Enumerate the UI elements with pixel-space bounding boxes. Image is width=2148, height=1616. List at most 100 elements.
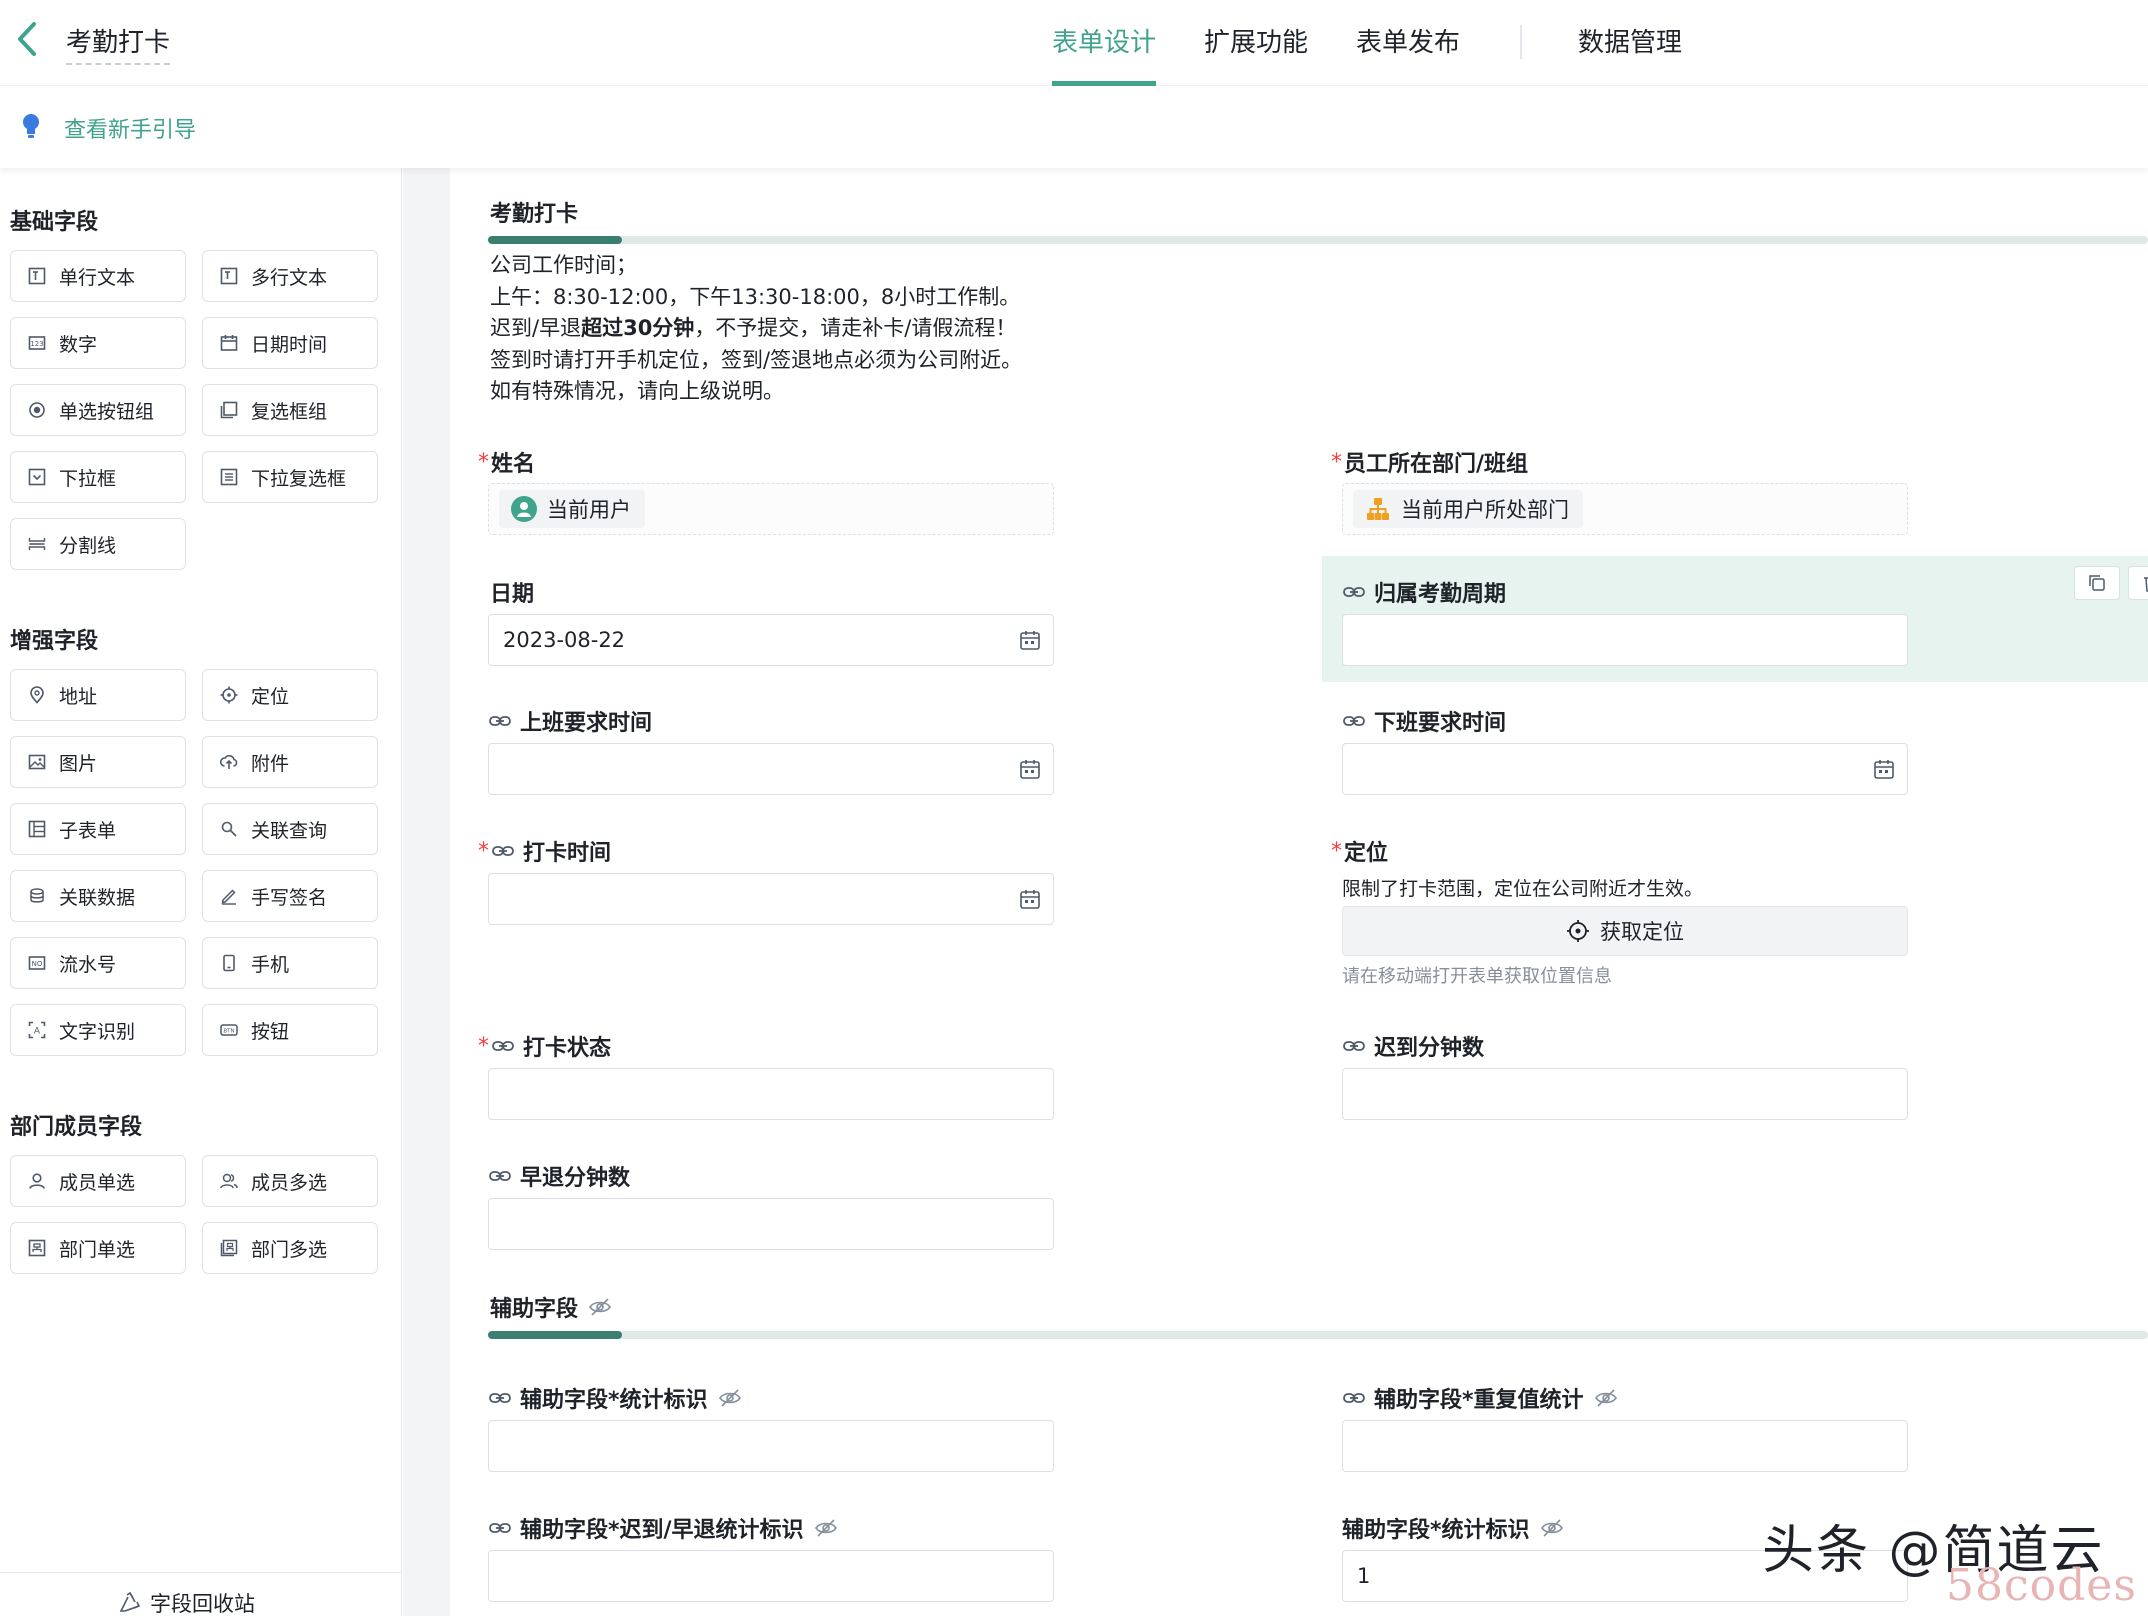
name-field-label: * 姓名 <box>478 449 536 478</box>
form-description[interactable]: 公司工作时间； 上午：8:30-12:00，下午13:30-18:00，8小时工… <box>490 250 1022 408</box>
calendar-icon <box>1874 760 1894 779</box>
calendar-icon <box>1020 890 1040 909</box>
beginner-guide-link[interactable]: 查看新手引导 <box>64 112 196 144</box>
aux-stat-input[interactable] <box>488 1420 1054 1472</box>
field-label: 子表单 <box>59 819 117 842</box>
image-icon <box>27 752 47 772</box>
field-single-line-text[interactable]: 单行文本 <box>10 250 186 302</box>
hidden-eye-icon <box>718 1386 742 1410</box>
date-input[interactable]: 2023-08-22 <box>488 614 1054 666</box>
tab-data-management[interactable]: 数据管理 <box>1578 0 1682 86</box>
field-label: 下拉复选框 <box>251 467 347 490</box>
field-dept-multi[interactable]: 部门多选 <box>202 1222 378 1274</box>
end-time-input[interactable] <box>1342 743 1908 795</box>
field-datetime[interactable]: 日期时间 <box>202 317 378 369</box>
link-query-icon <box>219 819 239 839</box>
group-title-auxiliary[interactable]: 辅助字段 <box>490 1291 612 1323</box>
field-dropdown[interactable]: 下拉框 <box>10 451 186 503</box>
checkbox-icon <box>219 400 239 420</box>
tab-publish[interactable]: 表单发布 <box>1356 0 1460 86</box>
punch-status-field-label: * 打卡状态 <box>478 1033 612 1062</box>
punch-time-input[interactable] <box>488 873 1054 925</box>
tab-divider <box>1520 25 1523 59</box>
serial-number-icon: NO <box>27 953 47 973</box>
period-input[interactable] <box>1342 614 1908 666</box>
period-field-label: 归属考勤周期 <box>1342 576 1506 608</box>
guide-bar: 查看新手引导 <box>0 86 2148 168</box>
field-label: 部门多选 <box>251 1238 328 1261</box>
org-chart-icon <box>1365 496 1391 522</box>
field-label: 图片 <box>59 752 98 775</box>
date-field-label: 日期 <box>490 582 535 607</box>
field-label: 关联数据 <box>59 886 136 909</box>
start-time-input[interactable] <box>488 743 1054 795</box>
form-title[interactable]: 考勤打卡 <box>66 22 171 65</box>
field-palette-sidebar: 基础字段 单行文本 多行文本 123 数字 日期时间 单选按钮组 复选框组 下拉… <box>0 168 402 1616</box>
users-icon <box>219 1171 239 1191</box>
desc-line: 迟到/早退超过30分钟，不予提交，请走补卡/请假流程！ <box>490 316 1017 340</box>
field-button[interactable]: BTN 按钮 <box>202 1004 378 1056</box>
late-minutes-field-label: 迟到分钟数 <box>1342 1030 1484 1062</box>
aux-dup-input[interactable] <box>1342 1420 1908 1472</box>
field-number[interactable]: 123 数字 <box>10 317 186 369</box>
link-icon <box>488 1164 512 1188</box>
field-label: 附件 <box>251 752 290 775</box>
user-icon <box>27 1171 47 1191</box>
copy-field-button[interactable] <box>2074 566 2120 600</box>
field-link-query[interactable]: 关联查询 <box>202 803 378 855</box>
field-radio-group[interactable]: 单选按钮组 <box>10 384 186 436</box>
field-dropdown-multi[interactable]: 下拉复选框 <box>202 451 378 503</box>
field-location[interactable]: 定位 <box>202 669 378 721</box>
early-minutes-input[interactable] <box>488 1198 1054 1250</box>
dept-icon <box>27 1238 47 1258</box>
pen-icon <box>219 886 239 906</box>
field-recycle-bin-button[interactable]: 字段回收站 <box>118 1588 255 1616</box>
field-attachment[interactable]: 附件 <box>202 736 378 788</box>
field-label: 分割线 <box>59 534 117 557</box>
end-time-field-label: 下班要求时间 <box>1342 705 1506 737</box>
calendar-icon <box>219 333 239 353</box>
early-minutes-field-label: 早退分钟数 <box>488 1160 630 1192</box>
map-pin-icon <box>27 685 47 705</box>
field-phone[interactable]: 手机 <box>202 937 378 989</box>
field-member-single[interactable]: 成员单选 <box>10 1155 186 1207</box>
field-signature[interactable]: 手写签名 <box>202 870 378 922</box>
field-label: 数字 <box>59 333 98 356</box>
field-label: 复选框组 <box>251 400 328 423</box>
field-subform[interactable]: 子表单 <box>10 803 186 855</box>
field-multi-line-text[interactable]: 多行文本 <box>202 250 378 302</box>
late-minutes-input[interactable] <box>1342 1068 1908 1120</box>
name-field[interactable]: 当前用户 <box>488 483 1054 535</box>
tab-extensions[interactable]: 扩展功能 <box>1204 0 1308 86</box>
aux-late-early-input[interactable] <box>488 1550 1054 1602</box>
field-label: 手机 <box>251 953 290 976</box>
tab-form-design[interactable]: 表单设计 <box>1052 0 1157 86</box>
hidden-eye-icon <box>1594 1386 1618 1410</box>
desc-line: 公司工作时间； <box>490 253 637 277</box>
field-label: 单行文本 <box>59 266 136 289</box>
aux-late-early-field-label: 辅助字段*迟到/早退统计标识 <box>488 1512 838 1544</box>
group-title-attendance[interactable]: 考勤打卡 <box>490 196 578 228</box>
delete-field-button[interactable] <box>2128 566 2148 600</box>
field-link-data[interactable]: 关联数据 <box>10 870 186 922</box>
get-location-button[interactable]: 获取定位 <box>1342 906 1908 956</box>
field-label: 关联查询 <box>251 819 328 842</box>
link-icon <box>491 839 515 863</box>
start-time-field-label: 上班要求时间 <box>488 705 652 737</box>
dept-field[interactable]: 当前用户所处部门 <box>1342 483 1908 535</box>
link-icon <box>1342 580 1366 604</box>
field-checkbox-group[interactable]: 复选框组 <box>202 384 378 436</box>
field-ocr[interactable]: A 文字识别 <box>10 1004 186 1056</box>
field-serial-number[interactable]: NO 流水号 <box>10 937 186 989</box>
field-address[interactable]: 地址 <box>10 669 186 721</box>
field-dept-single[interactable]: 部门单选 <box>10 1222 186 1274</box>
location-note: 请在移动端打开表单获取位置信息 <box>1342 966 1612 987</box>
ocr-icon: A <box>27 1020 47 1040</box>
number-icon: 123 <box>27 333 47 353</box>
field-image[interactable]: 图片 <box>10 736 186 788</box>
back-arrow-icon[interactable] <box>12 18 42 60</box>
field-member-multi[interactable]: 成员多选 <box>202 1155 378 1207</box>
field-divider[interactable]: 分割线 <box>10 518 186 570</box>
user-avatar-icon <box>511 496 537 522</box>
punch-status-input[interactable] <box>488 1068 1054 1120</box>
